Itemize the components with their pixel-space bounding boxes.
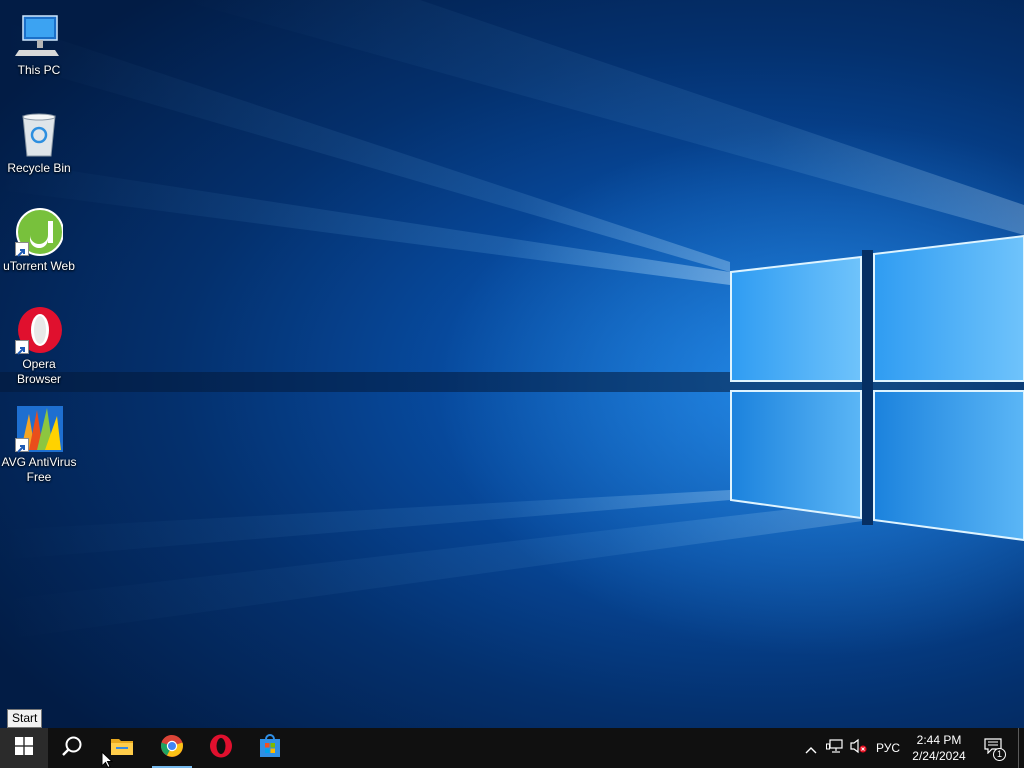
desktop-icon-recycle-bin[interactable]: Recycle Bin — [0, 106, 78, 176]
chrome-button[interactable] — [148, 728, 196, 768]
start-tooltip: Start — [7, 709, 43, 728]
store-icon — [258, 734, 282, 762]
desktop-icon-opera-browser[interactable]: Opera Browser — [0, 302, 78, 387]
volume-muted-icon — [849, 738, 867, 758]
desktop-icon-label: AVG AntiVirus Free — [1, 455, 77, 484]
taskbar: РУС 2:44 PM 2/24/2024 — [0, 728, 1024, 768]
search-button[interactable] — [48, 728, 96, 768]
chrome-icon — [160, 734, 184, 762]
mouse-cursor-icon — [101, 751, 113, 768]
notification-count-badge: 1 — [993, 748, 1006, 761]
desktop[interactable]: This PC Recycle Bin uTorrent Web Opera B… — [0, 0, 1024, 728]
desktop-icon-label: This PC — [17, 63, 61, 77]
shortcut-arrow-icon — [15, 438, 29, 453]
opera-taskbar-button[interactable] — [197, 728, 245, 768]
utorrent-icon — [15, 208, 64, 257]
start-button[interactable] — [0, 728, 48, 768]
microsoft-store-button[interactable] — [246, 728, 294, 768]
folder-icon — [110, 736, 134, 760]
network-button[interactable] — [823, 728, 847, 768]
desktop-icon-utorrent-web[interactable]: uTorrent Web — [0, 204, 78, 274]
clock-date: 2/24/2024 — [912, 749, 966, 763]
wallpaper-windows-logo — [0, 0, 1024, 640]
volume-button[interactable] — [847, 728, 869, 768]
show-hidden-icons-button[interactable] — [801, 728, 821, 768]
desktop-icon-label: Opera Browser — [16, 357, 61, 386]
desktop-icon-this-pc[interactable]: This PC — [0, 8, 78, 78]
clock[interactable]: 2:44 PM 2/24/2024 — [903, 728, 975, 768]
action-center-button[interactable] — [978, 728, 1008, 768]
network-icon — [826, 738, 844, 758]
windows-logo-icon — [15, 737, 33, 759]
avg-icon — [15, 404, 63, 453]
recycle-bin-icon — [15, 110, 63, 158]
shortcut-arrow-icon — [15, 242, 29, 257]
clock-time: 2:44 PM — [916, 733, 962, 747]
show-desktop-button[interactable] — [1018, 728, 1024, 768]
search-icon — [61, 735, 83, 761]
opera-icon — [209, 734, 233, 762]
computer-icon — [15, 12, 63, 60]
desktop-icon-label: uTorrent Web — [3, 259, 75, 273]
shortcut-arrow-icon — [15, 340, 29, 355]
chevron-up-icon — [805, 739, 817, 758]
desktop-icon-label: Recycle Bin — [7, 161, 71, 175]
opera-icon — [15, 306, 63, 355]
language-indicator[interactable]: РУС — [872, 728, 904, 768]
desktop-icon-avg-antivirus-free[interactable]: AVG AntiVirus Free — [0, 400, 78, 485]
